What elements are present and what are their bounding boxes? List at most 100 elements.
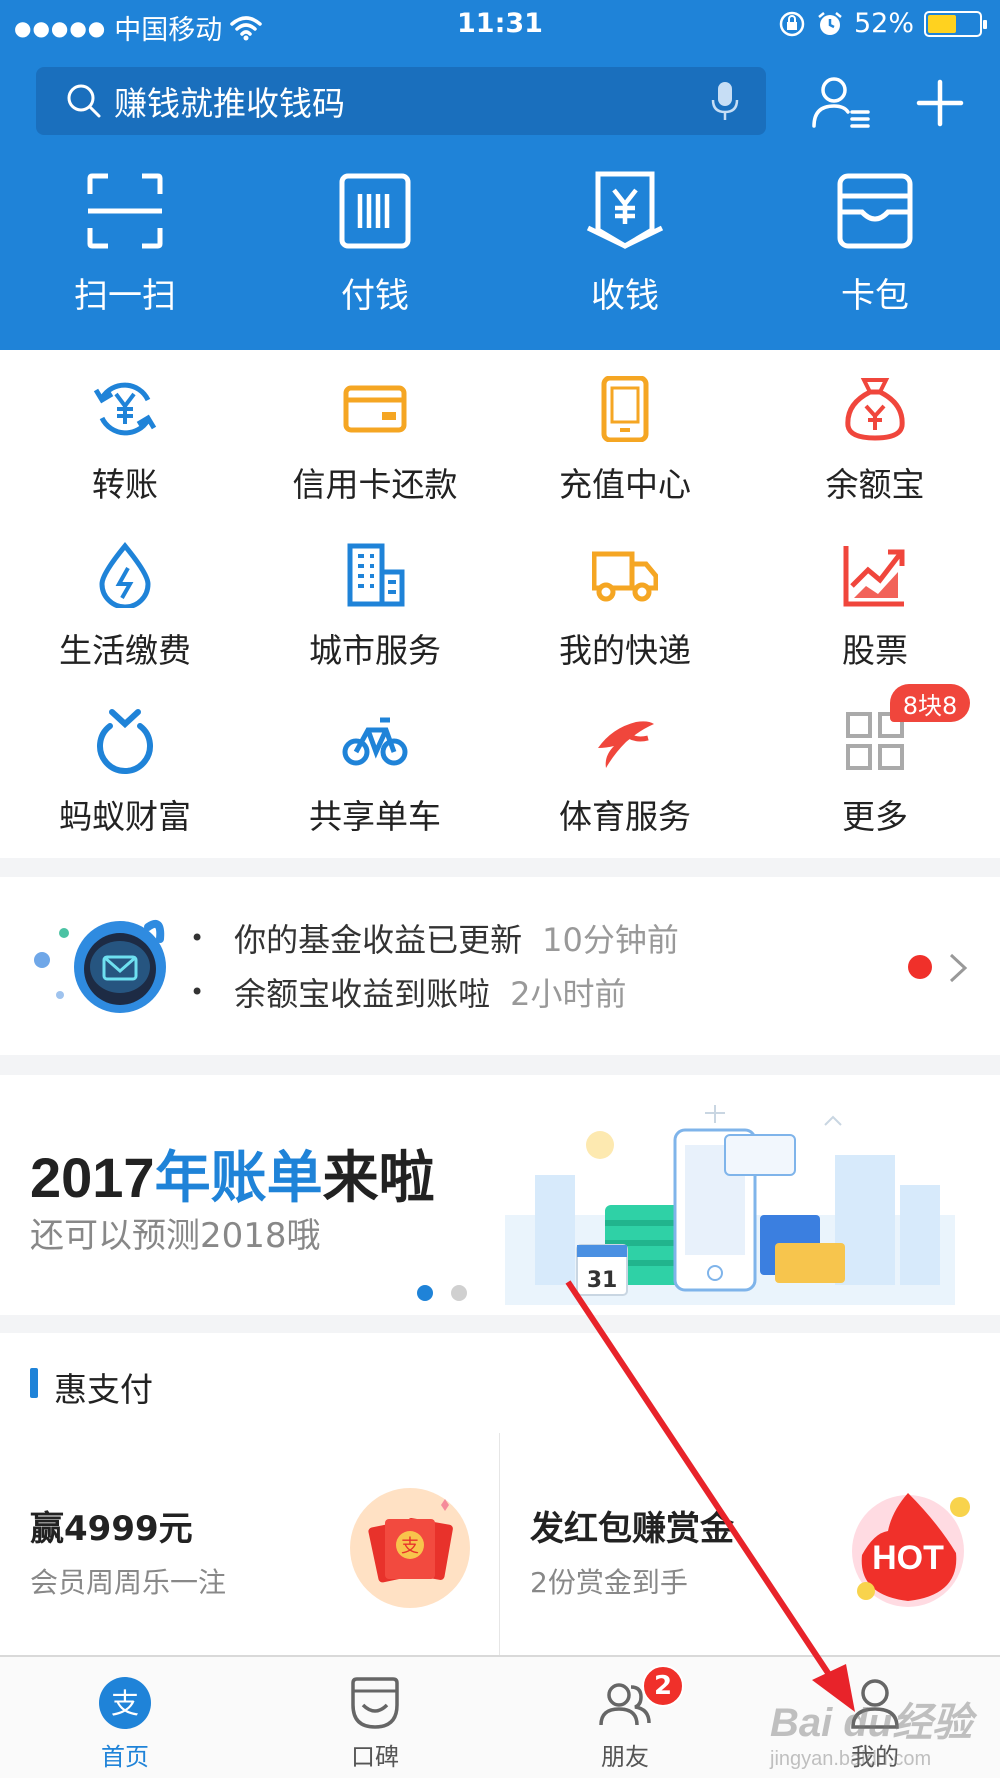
receive-button[interactable]: 收钱 — [500, 170, 750, 317]
notice-text: 余额宝收益到账啦 — [234, 975, 491, 1013]
ant-fortune-icon — [97, 709, 153, 774]
city-building-icon — [347, 543, 405, 607]
promo-card[interactable]: 发红包赚赏金 2份赏金到手 HOT — [500, 1433, 1000, 1655]
credit-card-icon — [343, 385, 407, 433]
status-bar: ●●●●● 中国移动 11:31 52% — [0, 0, 1000, 50]
baidu-jingyan-watermark: Bai du经验 jingyan.baidu.com — [770, 1701, 973, 1770]
stock-chart-icon — [843, 546, 905, 607]
promo-subtitle: 2份赏金到手 — [530, 1566, 688, 1599]
more-promo-badge: 8块8 — [890, 684, 970, 722]
yuan-receive-icon — [586, 171, 664, 249]
alipay-home-icon: 支 — [99, 1677, 151, 1729]
microphone-icon[interactable] — [710, 80, 740, 122]
delivery-truck-icon — [592, 551, 658, 602]
grid-item-transfer[interactable]: 转账 — [0, 350, 250, 516]
sports-icon — [598, 721, 654, 768]
notice-time: 2小时前 — [510, 975, 627, 1013]
scan-icon — [87, 173, 163, 249]
grid-item-stock[interactable]: 股票 — [750, 516, 1000, 682]
chevron-right-icon — [949, 953, 968, 983]
service-grid: 转账 信用卡还款 充值中心 余额宝 生活缴费 城市服务 我的快递 股票 蚂蚁财富… — [0, 350, 1000, 858]
transfer-icon — [93, 382, 157, 436]
section-accent-bar — [30, 1368, 38, 1398]
grid-item-bike[interactable]: 共享单车 — [250, 682, 500, 848]
promo-title: 赢4999元 — [30, 1509, 193, 1549]
banner-subtitle: 还可以预测2018哦 — [30, 1216, 321, 1256]
grid-label: 充值中心 — [559, 465, 691, 504]
grid-item-sports[interactable]: 体育服务 — [500, 682, 750, 848]
contacts-icon[interactable] — [810, 74, 874, 130]
banner-title: 2017年账单来啦 — [30, 1146, 435, 1209]
barcode-pay-icon — [339, 173, 411, 249]
message-notice[interactable]: • 你的基金收益已更新 10分钟前 • 余额宝收益到账啦 2小时前 — [0, 877, 1000, 1055]
grid-label: 转账 — [92, 465, 158, 504]
notice-item: • 余额宝收益到账啦 2小时前 — [190, 969, 627, 1015]
svg-text:31: 31 — [587, 1268, 618, 1293]
receive-label: 收钱 — [591, 276, 659, 316]
battery-percent: 52% — [853, 8, 914, 39]
utility-bill-icon — [99, 542, 151, 608]
robot-mail-icon — [34, 920, 166, 1013]
grid-item-utility[interactable]: 生活缴费 — [0, 516, 250, 682]
grid-item-ant-fortune[interactable]: 蚂蚁财富 — [0, 682, 250, 848]
friends-badge: 2 — [642, 1665, 684, 1707]
grid-label: 我的快递 — [559, 631, 691, 670]
card-wallet-label: 卡包 — [841, 276, 909, 316]
scan-button[interactable]: 扫一扫 — [0, 170, 250, 317]
battery-icon — [924, 10, 987, 37]
grid-label: 生活缴费 — [59, 631, 191, 670]
promo-title: 发红包赚赏金 — [530, 1509, 734, 1549]
grid-item-yuebao[interactable]: 余额宝 — [750, 350, 1000, 516]
rotation-lock-icon — [779, 11, 805, 36]
notice-text: 你的基金收益已更新 — [234, 921, 523, 959]
grid-label: 余额宝 — [825, 465, 925, 504]
tab-label: 朋友 — [601, 1743, 649, 1771]
promo-subtitle: 会员周周乐一注 — [30, 1566, 227, 1599]
tab-label: 首页 — [101, 1743, 149, 1771]
notice-time: 10分钟前 — [542, 921, 679, 959]
card-wallet-icon — [837, 173, 913, 249]
grid-label: 体育服务 — [559, 797, 691, 836]
grid-item-recharge[interactable]: 充值中心 — [500, 350, 750, 516]
section-title: 惠支付 — [54, 1370, 153, 1409]
pay-label: 付钱 — [341, 276, 409, 316]
top-actions: 扫一扫 付钱 收钱 卡包 — [0, 170, 1000, 317]
grid-item-delivery[interactable]: 我的快递 — [500, 516, 750, 682]
money-bag-icon — [845, 378, 905, 441]
grid-label: 股票 — [842, 631, 908, 670]
banner-illustration: 31 — [505, 1105, 955, 1305]
search-icon — [67, 84, 101, 118]
grid-item-credit-card[interactable]: 信用卡还款 — [250, 350, 500, 516]
grid-label: 更多 — [842, 797, 908, 836]
unread-dot — [908, 955, 932, 979]
notice-item: • 你的基金收益已更新 10分钟前 — [190, 915, 679, 961]
carousel-dot-active[interactable] — [417, 1285, 433, 1301]
phone-recharge-icon — [601, 376, 649, 442]
red-envelope-icon: 支 — [350, 1488, 470, 1608]
grid-item-city[interactable]: 城市服务 — [250, 516, 500, 682]
hot-badge-icon: HOT — [852, 1493, 970, 1607]
scan-label: 扫一扫 — [74, 276, 176, 316]
promo-card[interactable]: 赢4999元 会员周周乐一注 支 — [0, 1433, 500, 1655]
annual-bill-banner[interactable]: 2017年账单来啦 还可以预测2018哦 31 — [0, 1075, 1000, 1315]
bicycle-icon — [342, 717, 408, 766]
alarm-icon — [818, 11, 842, 35]
tab-friends[interactable]: 朋友 — [500, 1657, 750, 1778]
grid-label: 共享单车 — [309, 797, 441, 836]
hui-section-header: 惠支付 — [0, 1333, 1000, 1433]
search-bar[interactable]: 赚钱就推收钱码 — [36, 67, 766, 135]
carousel-dot[interactable] — [451, 1285, 467, 1301]
card-wallet-button[interactable]: 卡包 — [750, 170, 1000, 317]
tab-home[interactable]: 支 首页 — [0, 1657, 250, 1778]
tab-label: 口碑 — [351, 1743, 399, 1771]
grid-label: 城市服务 — [309, 631, 441, 670]
status-right: 52% — [778, 8, 987, 39]
svg-text:支: 支 — [401, 1536, 419, 1557]
tab-koubei[interactable]: 口碑 — [250, 1657, 500, 1778]
koubei-icon — [351, 1677, 399, 1729]
svg-text:HOT: HOT — [872, 1539, 944, 1577]
pay-button[interactable]: 付钱 — [250, 170, 500, 317]
svg-text:支: 支 — [111, 1687, 139, 1720]
add-plus-icon[interactable] — [915, 78, 965, 128]
grid-label: 蚂蚁财富 — [59, 797, 191, 836]
